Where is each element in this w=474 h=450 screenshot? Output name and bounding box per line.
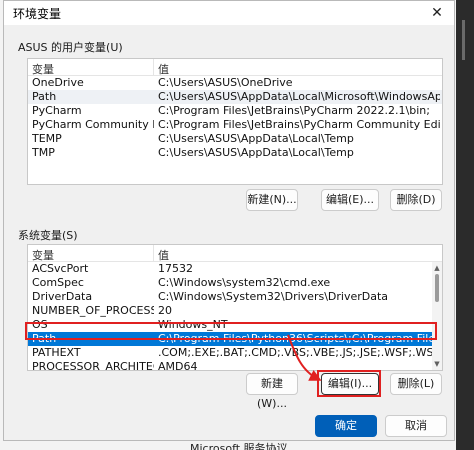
user-edit-button[interactable]: 编辑(E)... [321,189,379,211]
background-text: Microsoft 服务协议 [190,442,288,450]
table-row[interactable]: DriverData C:\Windows\System32\Drivers\D… [28,290,442,304]
user-vars-list[interactable]: 变量 值 OneDrive C:\Users\ASUS\OneDrive Pat… [27,58,443,185]
var-name: PATHEXT [32,346,81,359]
table-row[interactable]: PyCharm Community Edition C:\Program Fil… [28,118,442,132]
user-delete-button[interactable]: 删除(D) [390,189,442,211]
column-header-value[interactable]: 值 [158,247,169,263]
var-value: 20 [158,304,172,317]
scroll-up-icon[interactable]: ▲ [433,264,441,272]
scrollbar-thumb[interactable] [435,274,439,302]
var-name: ACSvcPort [32,262,89,275]
system-new-button[interactable]: 新建(W)... [246,373,298,410]
var-name: DriverData [32,290,93,303]
system-delete-button[interactable]: 删除(L) [390,373,442,395]
scroll-down-icon[interactable]: ▼ [433,360,441,368]
var-value: C:\Users\ASUS\OneDrive [158,76,293,89]
var-value: .COM;.EXE;.BAT;.CMD;.VBS;.VBE;.JS;.JSE;.… [158,346,440,359]
var-name: OS [32,318,48,331]
var-name: Path [32,90,57,103]
var-name: OneDrive [32,76,84,89]
table-row[interactable]: NUMBER_OF_PROCESSORS 20 [28,304,442,318]
system-vars-header: 变量 值 [28,245,442,262]
user-vars-header: 变量 值 [28,59,442,76]
table-row[interactable]: OS Windows_NT [28,318,442,332]
title-bar: 环境变量 ✕ [4,1,454,25]
user-vars-label: ASUS 的用户变量(U) [18,41,123,54]
close-icon[interactable]: ✕ [426,3,448,23]
cancel-button[interactable]: 取消 [385,415,447,437]
column-header-name[interactable]: 变量 [32,61,54,77]
var-value: C:\Program Files\JetBrains\PyCharm Commu… [158,118,440,131]
var-name: PyCharm Community Edition [32,118,154,131]
table-row[interactable]: ACSvcPort 17532 [28,262,442,276]
table-row[interactable]: PROCESSOR_ARCHITECTURE AMD64 [28,360,442,371]
var-value: C:\Windows\System32\Drivers\DriverData [158,290,389,303]
var-value: C:\Users\ASUS\AppData\Local\Temp [158,146,354,159]
table-row[interactable]: ComSpec C:\Windows\system32\cmd.exe [28,276,442,290]
window-title: 环境变量 [13,7,62,21]
user-new-button[interactable]: 新建(N)... [246,189,298,211]
var-value: C:\Program Files\Python36\Scripts\;C:\Pr… [158,332,440,345]
column-header-name[interactable]: 变量 [32,247,54,263]
background-window-strip [456,0,474,450]
vertical-scrollbar[interactable]: ▲ ▼ [432,262,442,370]
column-divider[interactable] [153,245,154,262]
system-edit-button[interactable]: 编辑(I)... [321,373,379,395]
var-name: Path [32,332,57,345]
var-value: C:\Users\ASUS\AppData\Local\Temp [158,132,354,145]
table-row-selected[interactable]: Path C:\Program Files\Python36\Scripts\;… [28,332,442,346]
var-name: TEMP [32,132,62,145]
var-name: PROCESSOR_ARCHITECTURE [32,360,154,371]
var-value: 17532 [158,262,193,275]
environment-variables-dialog: 环境变量 ✕ ASUS 的用户变量(U) 变量 值 OneDrive C:\Us… [3,0,455,441]
background-scroll-mark [462,20,465,60]
var-value: C:\Windows\system32\cmd.exe [158,276,331,289]
var-name: ComSpec [32,276,84,289]
system-vars-list[interactable]: 变量 值 ACSvcPort 17532 ComSpec C:\Windows\… [27,244,443,371]
var-name: NUMBER_OF_PROCESSORS [32,304,154,317]
column-divider[interactable] [153,59,154,76]
table-row[interactable]: OneDrive C:\Users\ASUS\OneDrive [28,76,442,90]
var-value: Windows_NT [158,318,228,331]
var-value: C:\Users\ASUS\AppData\Local\Microsoft\Wi… [158,90,440,103]
var-name: TMP [32,146,55,159]
table-row[interactable]: PyCharm C:\Program Files\JetBrains\PyCha… [28,104,442,118]
system-vars-label: 系统变量(S) [18,229,78,242]
table-row[interactable]: TEMP C:\Users\ASUS\AppData\Local\Temp [28,132,442,146]
table-row[interactable]: TMP C:\Users\ASUS\AppData\Local\Temp [28,146,442,160]
table-row[interactable]: PATHEXT .COM;.EXE;.BAT;.CMD;.VBS;.VBE;.J… [28,346,442,360]
column-header-value[interactable]: 值 [158,61,169,77]
var-value: AMD64 [158,360,198,371]
var-name: PyCharm [32,104,82,117]
ok-button[interactable]: 确定 [315,415,377,437]
var-value: C:\Program Files\JetBrains\PyCharm 2022.… [158,104,430,117]
table-row[interactable]: Path C:\Users\ASUS\AppData\Local\Microso… [28,90,442,104]
